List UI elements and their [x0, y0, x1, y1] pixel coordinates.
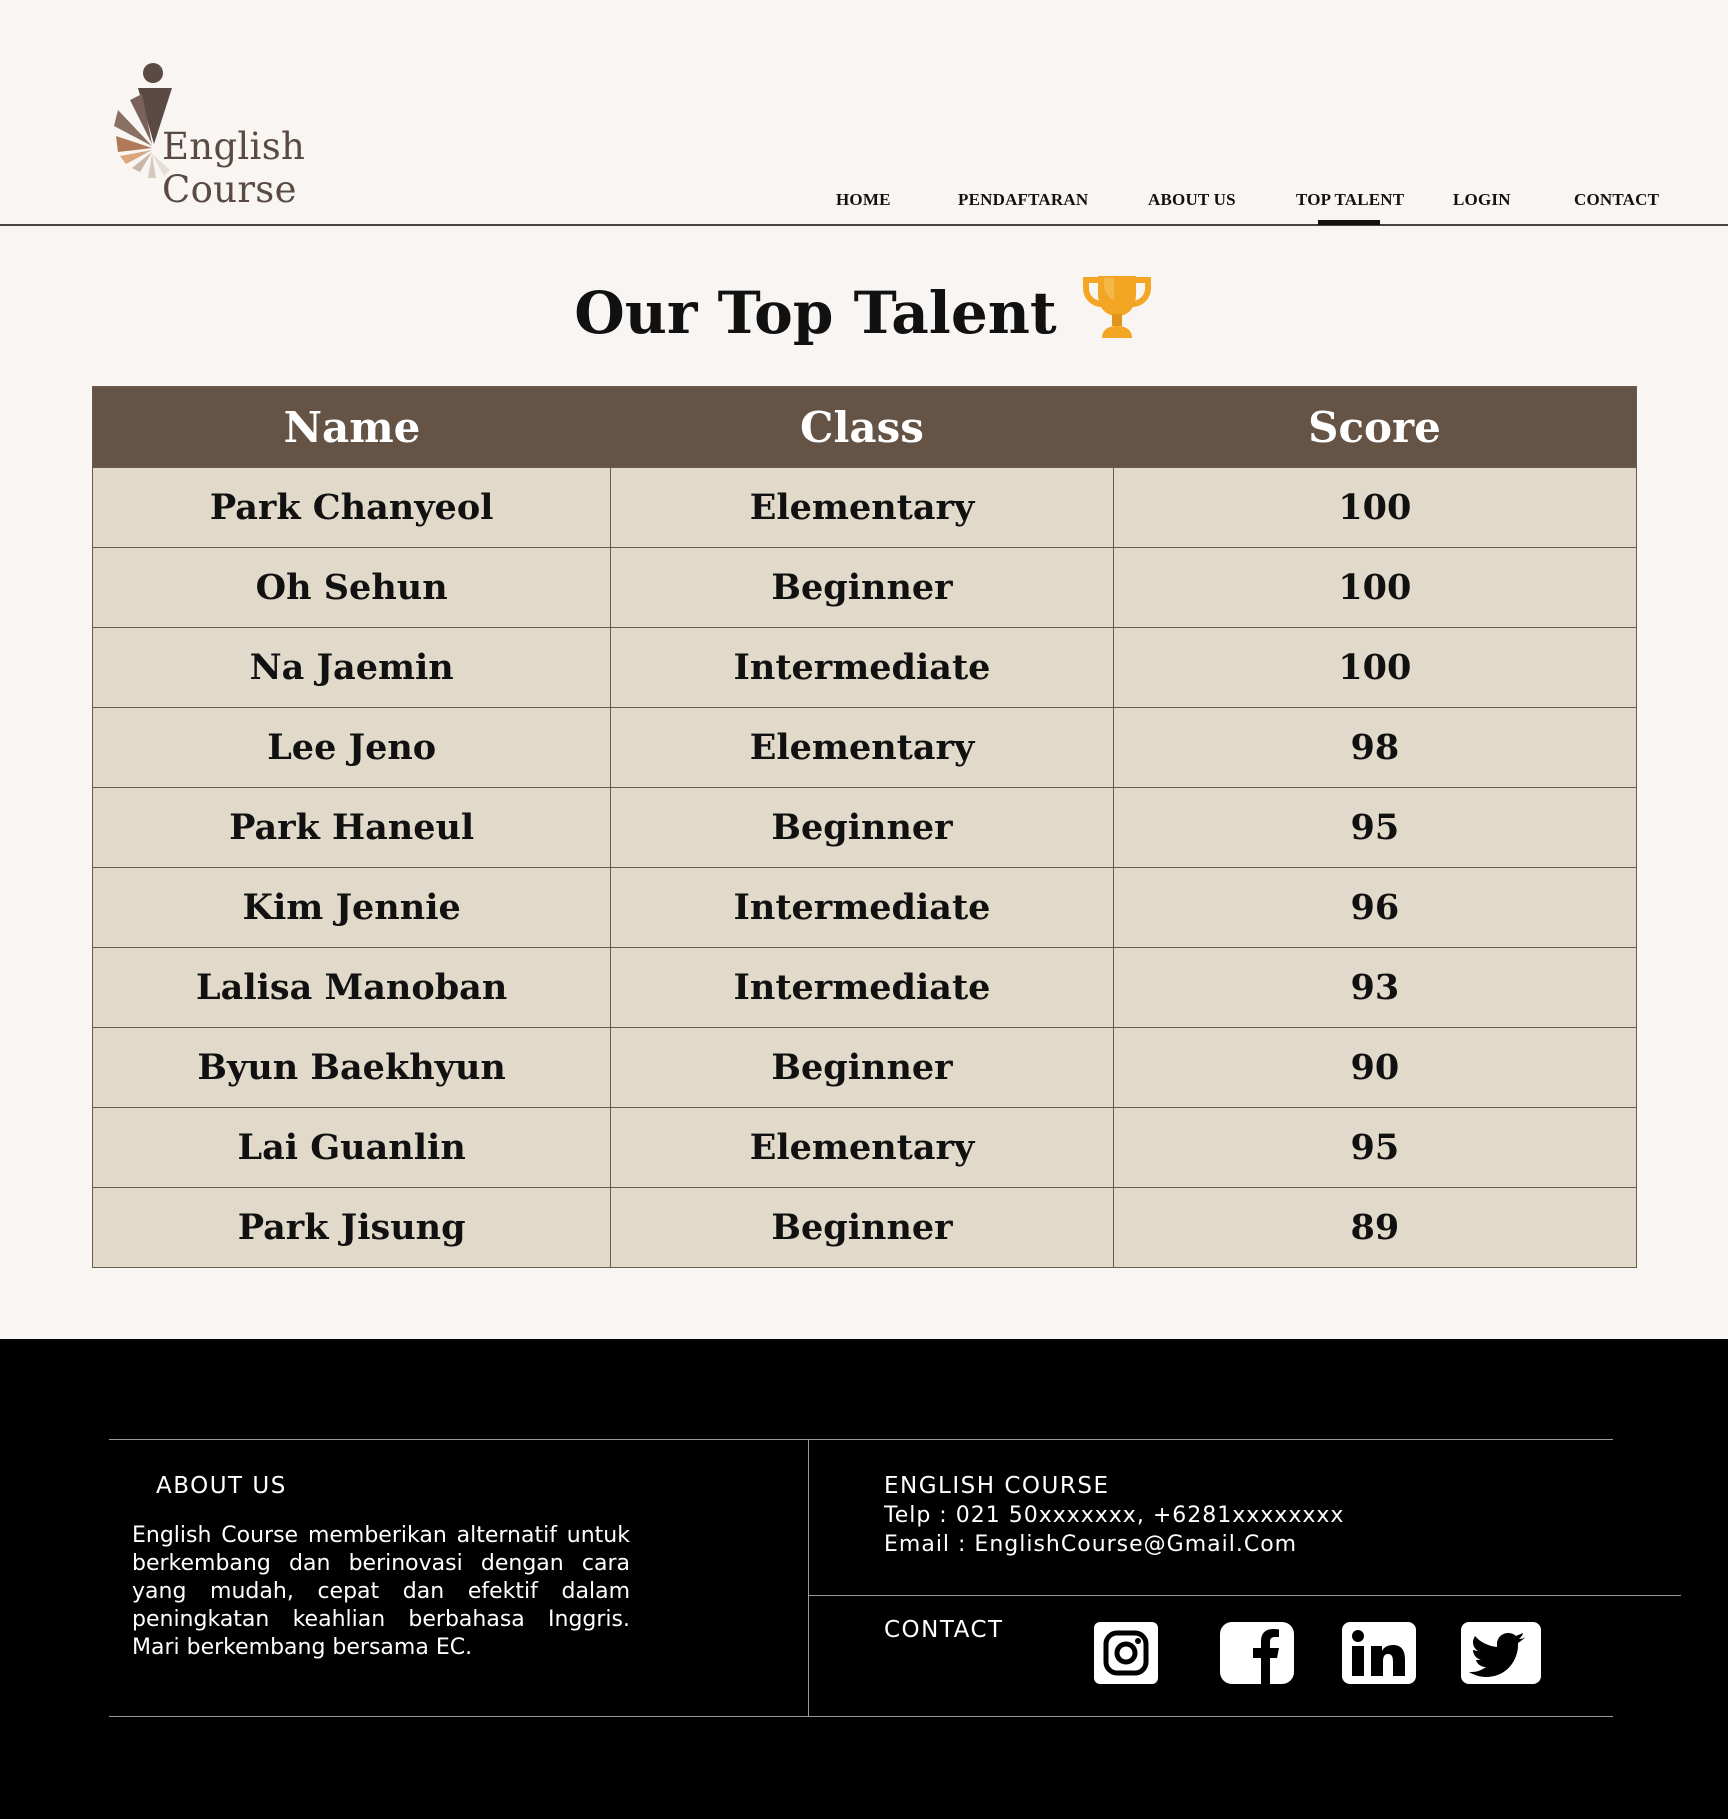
footer-divider-middle	[808, 1595, 1681, 1596]
nav-about-us[interactable]: ABOUT US	[1148, 190, 1236, 210]
cell-score: 89	[1112, 1188, 1636, 1267]
cell-class: Intermediate	[610, 868, 1112, 947]
cell-name: Lalisa Manoban	[196, 967, 508, 1008]
header-score: Score	[1308, 402, 1441, 452]
cell-class: Elementary	[610, 708, 1112, 787]
footer-email[interactable]: Email : EnglishCourse@Gmail.Com	[884, 1531, 1297, 1559]
cell-class: Beginner	[610, 1028, 1112, 1107]
table-row: Lalisa Manoban Intermediate 93	[93, 947, 1636, 1027]
header-name: Name	[283, 402, 421, 452]
cell-name: Byun Baekhyun	[197, 1047, 506, 1088]
trophy-icon	[1082, 276, 1151, 338]
nav-top-talent[interactable]: TOP TALENT	[1296, 190, 1404, 225]
table-header: Name Class Score	[93, 387, 1636, 467]
cell-score: 95	[1112, 1108, 1636, 1187]
cell-score: 98	[1112, 708, 1636, 787]
cell-name: Park Chanyeol	[209, 487, 494, 528]
footer-company-heading: ENGLISH COURSE	[884, 1473, 1110, 1499]
linkedin-icon[interactable]	[1341, 1622, 1417, 1684]
cell-class: Beginner	[610, 548, 1112, 627]
table-row: Park Jisung Beginner 89	[93, 1187, 1636, 1267]
cell-score: 100	[1112, 468, 1636, 547]
footer-divider-vertical	[808, 1439, 809, 1716]
page-title: Our Top Talent	[574, 279, 1057, 347]
footer-divider-top	[109, 1439, 1613, 1440]
cell-score: 90	[1112, 1028, 1636, 1107]
table-row: Park Chanyeol Elementary 100	[93, 467, 1636, 547]
cell-name: Na Jaemin	[249, 647, 454, 688]
cell-score: 95	[1112, 788, 1636, 867]
nav-pendaftaran[interactable]: PENDAFTARAN	[958, 190, 1088, 210]
table-row: Park Haneul Beginner 95	[93, 787, 1636, 867]
footer-telp: Telp : 021 50xxxxxxx, +6281xxxxxxxx	[884, 1503, 1345, 1528]
table-row: Lee Jeno Elementary 98	[93, 707, 1636, 787]
title-section: Our Top Talent	[0, 276, 1728, 350]
cell-name: Lee Jeno	[267, 727, 437, 768]
table-row: Kim Jennie Intermediate 96	[93, 867, 1636, 947]
cell-name: Kim Jennie	[242, 887, 461, 928]
footer-about-text: English Course memberikan alternatif unt…	[132, 1523, 630, 1660]
cell-score: 100	[1112, 628, 1636, 707]
nav-home[interactable]: HOME	[836, 190, 891, 210]
table-row: Lai Guanlin Elementary 95	[93, 1107, 1636, 1187]
cell-class: Beginner	[610, 788, 1112, 867]
cell-name: Lai Guanlin	[237, 1127, 466, 1168]
cell-class: Elementary	[610, 1108, 1112, 1187]
cell-name: Park Haneul	[229, 807, 475, 848]
footer-contact-heading: CONTACT	[884, 1617, 1004, 1643]
cell-name: Oh Sehun	[255, 567, 448, 608]
twitter-icon[interactable]	[1460, 1622, 1542, 1684]
site-footer: ABOUT US English Course memberikan alter…	[0, 1339, 1728, 1819]
cell-score: 96	[1112, 868, 1636, 947]
nav-login[interactable]: LOGIN	[1453, 190, 1511, 210]
cell-name: Park Jisung	[237, 1207, 466, 1248]
cell-class: Intermediate	[610, 948, 1112, 1027]
top-talent-table: Name Class Score Park Chanyeol Elementar…	[92, 386, 1637, 1268]
site-header: English Course HOME PENDAFTARAN ABOUT US…	[0, 0, 1728, 226]
table-row: Byun Baekhyun Beginner 90	[93, 1027, 1636, 1107]
logo-text: English Course	[162, 125, 306, 211]
footer-divider-bottom	[109, 1716, 1613, 1717]
instagram-icon[interactable]	[1091, 1622, 1161, 1684]
logo[interactable]: English Course	[112, 60, 432, 211]
nav-contact[interactable]: CONTACT	[1574, 190, 1659, 210]
table-row: Oh Sehun Beginner 100	[93, 547, 1636, 627]
cell-class: Beginner	[610, 1188, 1112, 1267]
facebook-icon[interactable]	[1219, 1622, 1295, 1684]
cell-class: Intermediate	[610, 628, 1112, 707]
header-class: Class	[800, 402, 924, 452]
cell-score: 100	[1112, 548, 1636, 627]
table-row: Na Jaemin Intermediate 100	[93, 627, 1636, 707]
cell-score: 93	[1112, 948, 1636, 1027]
cell-class: Elementary	[610, 468, 1112, 547]
footer-about-heading: ABOUT US	[156, 1473, 287, 1499]
